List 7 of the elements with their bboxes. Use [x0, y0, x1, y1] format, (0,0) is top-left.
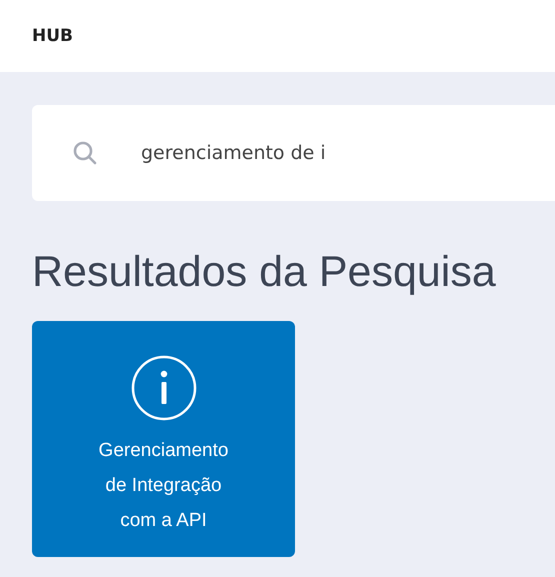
info-icon [130, 355, 196, 421]
results-heading: Resultados da Pesquisa [32, 247, 497, 298]
search-icon [72, 140, 98, 166]
search-field[interactable]: gerenciamento de i [141, 142, 541, 164]
result-card[interactable]: Gerenciamento de Integração com a API [32, 321, 295, 557]
app-title: HUB [32, 26, 73, 46]
card-label: Gerenciamento de Integração com a API [98, 439, 230, 533]
